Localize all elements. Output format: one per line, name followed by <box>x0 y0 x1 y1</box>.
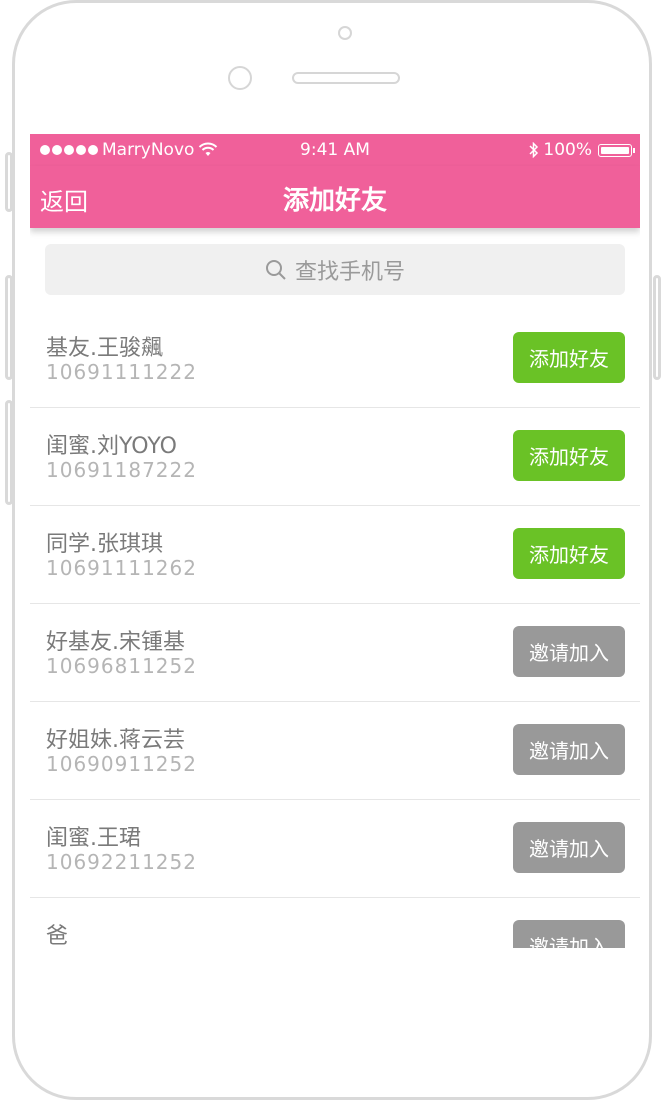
status-bar: MarryNovo 9:41 AM 100% <box>30 134 640 166</box>
add-friend-button[interactable]: 添加好友 <box>513 332 625 383</box>
list-item: 好姐妹.蒋云芸 10690911252 邀请加入 <box>30 702 640 800</box>
speaker <box>292 72 400 84</box>
contact-phone: 10691187222 <box>46 458 197 482</box>
add-friend-button[interactable]: 添加好友 <box>513 528 625 579</box>
contact-list: 基友.王骏飆 10691111222 添加好友 闺蜜.刘YOYO 1069118… <box>30 310 640 948</box>
contact-name: 好基友.宋锺基 <box>46 630 185 655</box>
volume-up-button <box>5 275 13 380</box>
invite-button[interactable]: 邀请加入 <box>513 724 625 775</box>
add-friend-button[interactable]: 添加好友 <box>513 430 625 481</box>
camera <box>338 26 352 40</box>
list-item: 基友.王骏飆 10691111222 添加好友 <box>30 310 640 408</box>
contact-name: 同学.张琪琪 <box>46 532 163 557</box>
contact-name: 基友.王骏飆 <box>46 336 163 361</box>
page-title: 添加好友 <box>282 186 387 216</box>
list-item: 好基友.宋锺基 10696811252 邀请加入 <box>30 604 640 702</box>
battery-icon <box>598 143 635 157</box>
invite-button[interactable]: 邀请加入 <box>513 626 625 677</box>
contact-phone: 10691111262 <box>46 556 197 580</box>
contact-name: 好姐妹.蒋云芸 <box>46 728 185 753</box>
invite-button[interactable]: 邀请加入 <box>513 920 625 948</box>
search-icon <box>265 259 286 280</box>
sensor <box>228 66 252 90</box>
contact-phone: 10692211252 <box>46 850 197 874</box>
contact-name: 闺蜜.王珺 <box>46 826 141 851</box>
contact-name: 闺蜜.刘YOYO <box>46 434 177 459</box>
invite-button[interactable]: 邀请加入 <box>513 822 625 873</box>
list-item: 闺蜜.王珺 10692211252 邀请加入 <box>30 800 640 898</box>
list-item: 同学.张琪琪 10691111262 添加好友 <box>30 506 640 604</box>
screen: MarryNovo 9:41 AM 100% 返回 添加好友 查找手机号 基友.… <box>30 134 640 948</box>
list-item: 闺蜜.刘YOYO 10691187222 添加好友 <box>30 408 640 506</box>
battery-percent: 100% <box>543 140 592 160</box>
mute-switch <box>5 152 13 212</box>
search-input[interactable]: 查找手机号 <box>45 244 625 295</box>
search-placeholder: 查找手机号 <box>294 259 405 285</box>
power-button <box>653 275 661 380</box>
volume-down-button <box>5 400 13 505</box>
contact-phone: 10690911252 <box>46 752 197 776</box>
contact-phone: 10691111222 <box>46 360 197 384</box>
contact-name: 爸 <box>46 924 69 948</box>
contact-phone: 10696811252 <box>46 654 197 678</box>
list-item: 爸 邀请加入 <box>30 898 640 948</box>
bluetooth-icon <box>529 142 539 158</box>
nav-bar: 返回 添加好友 <box>30 166 640 228</box>
